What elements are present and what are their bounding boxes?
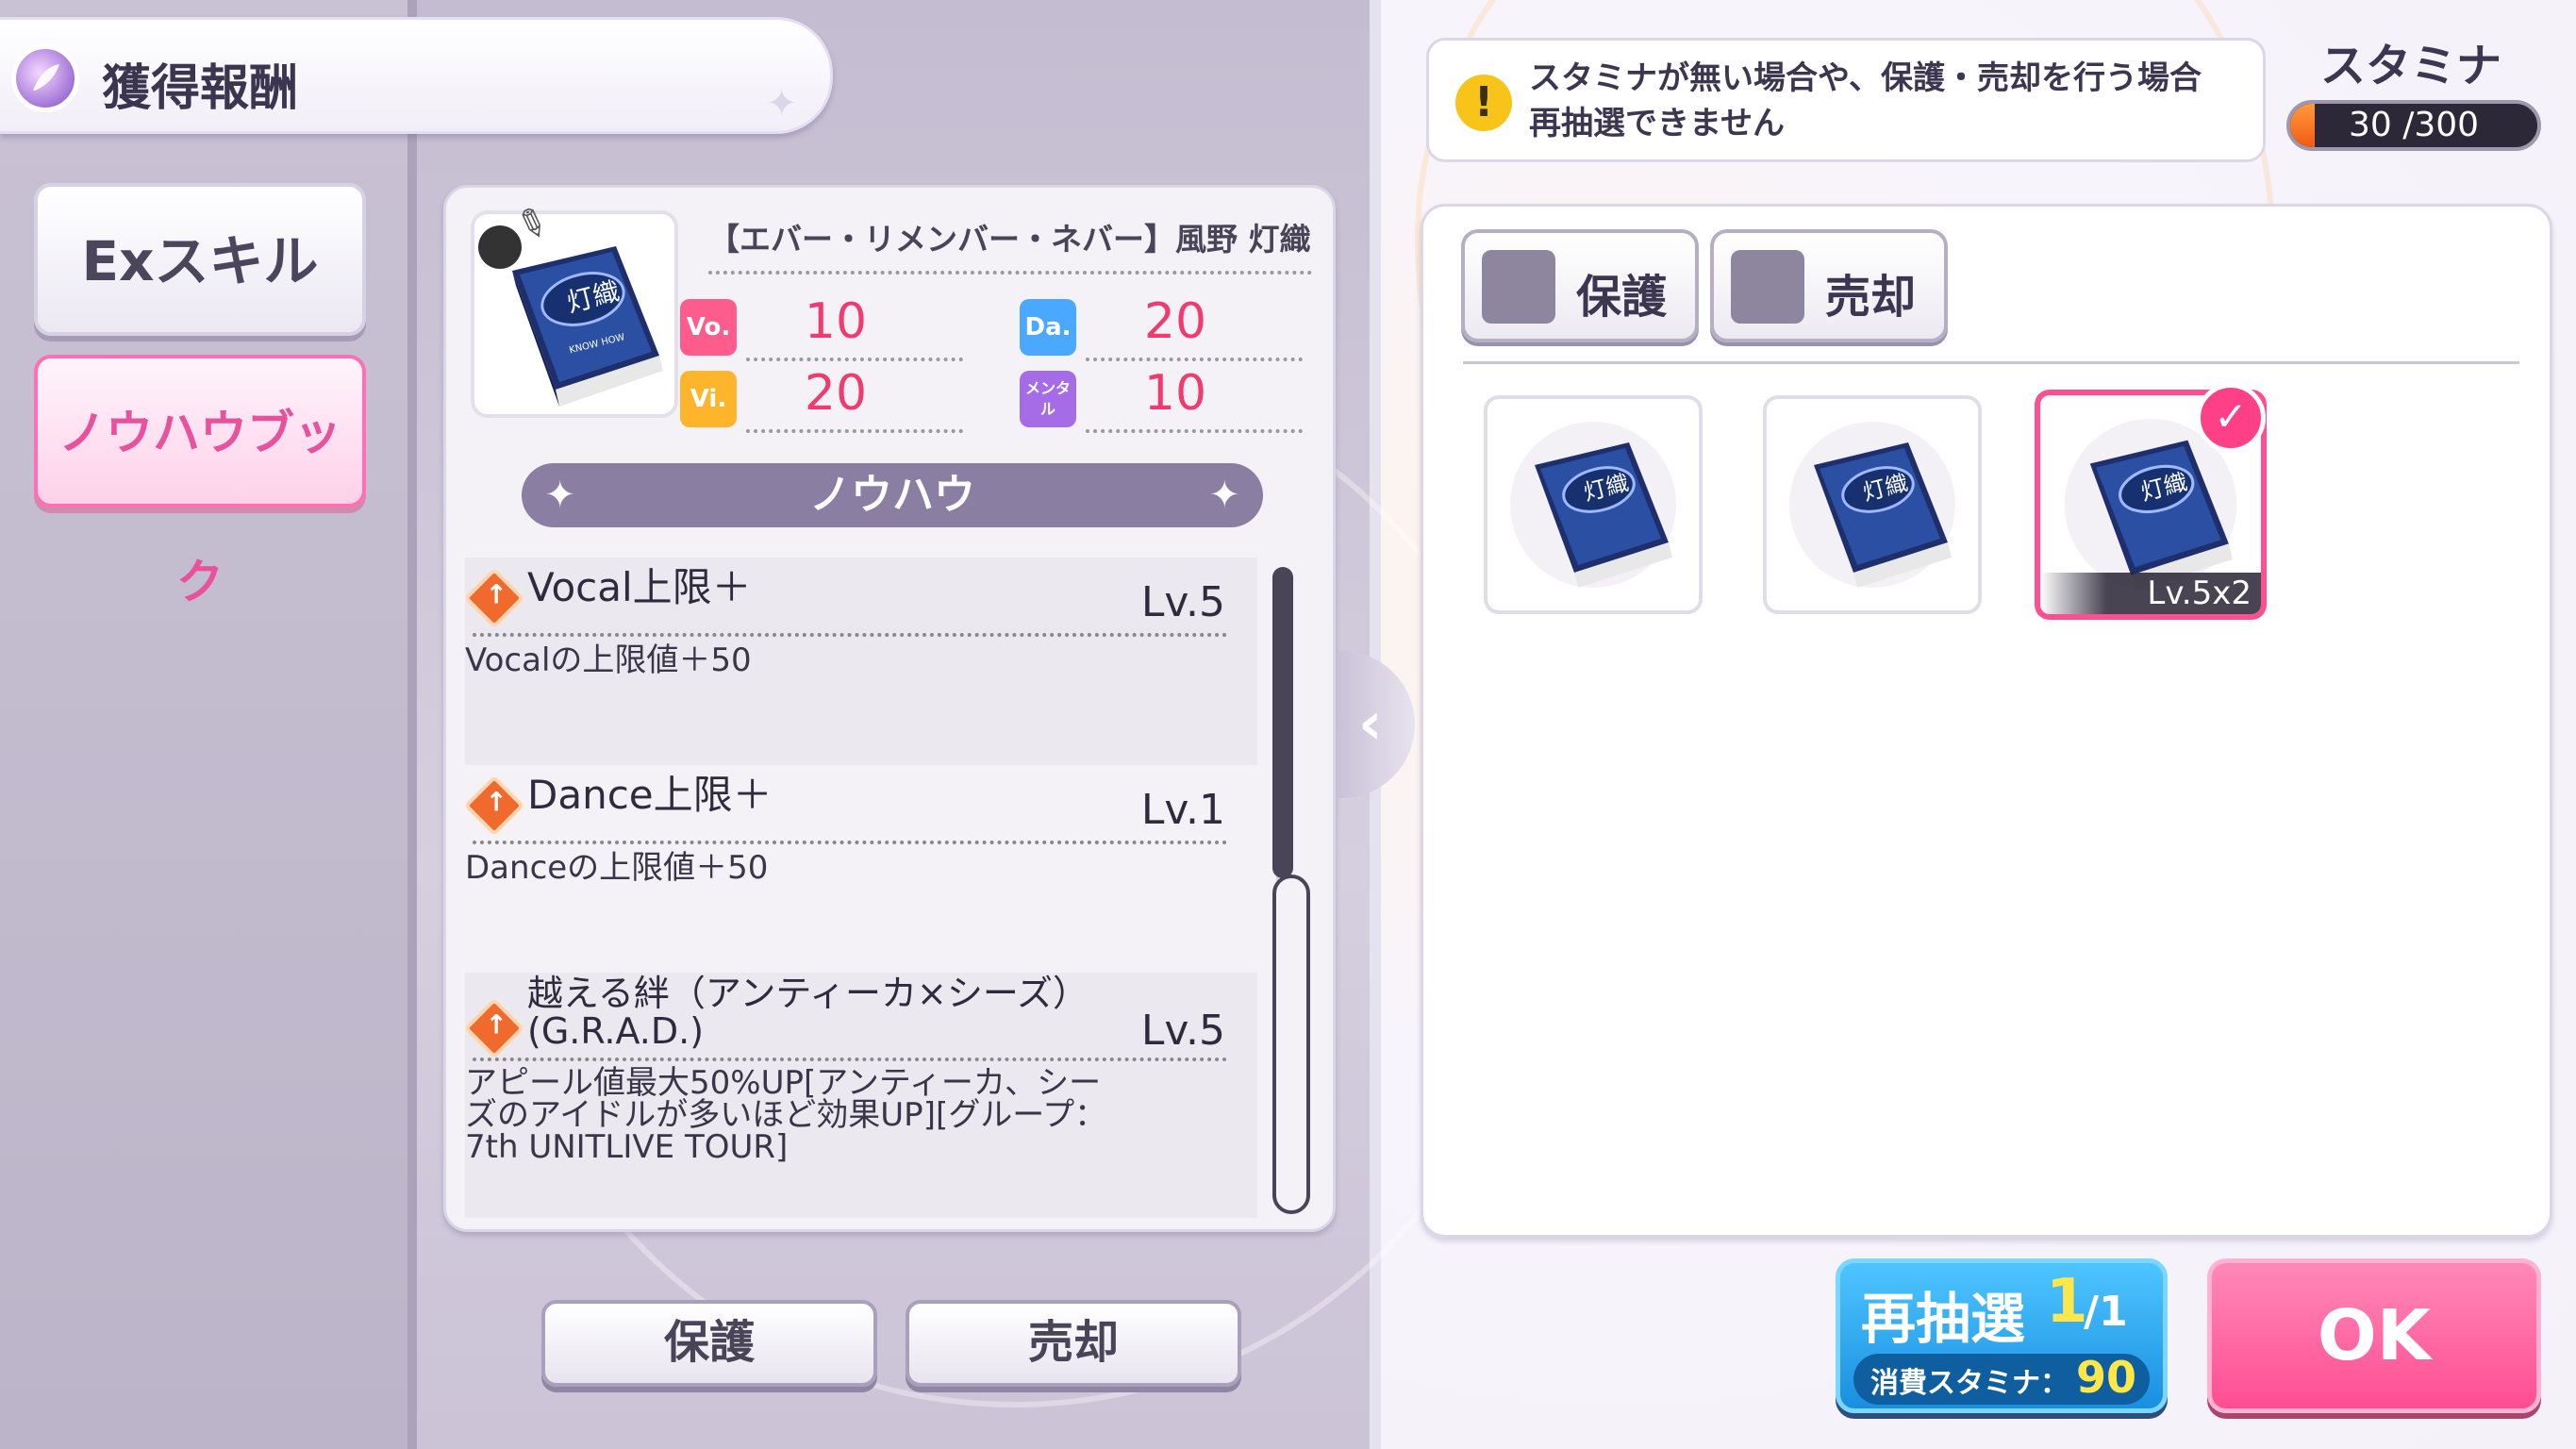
warning-line: スタミナが無い場合や、保護・売却を行う場合 — [1529, 59, 2202, 97]
sparkle-icon: ✦ — [1208, 474, 1240, 517]
sparkle-icon: ✦ — [766, 82, 798, 125]
stat-mental: メンタル 10 — [1020, 365, 1321, 433]
skill-description-line: 7th UNITLIVE TOUR] — [465, 1128, 789, 1166]
checkbox[interactable] — [1482, 250, 1555, 324]
stat-dance: Da. 20 — [1020, 293, 1321, 361]
knowhow-section-title: ✦ ノウハウ ✦ — [522, 463, 1263, 527]
filter-protect-toggle[interactable]: 保護 — [1461, 229, 1699, 342]
divider — [473, 633, 1227, 637]
divider — [1463, 361, 2519, 364]
stat-vocal: Vo. 10 — [680, 293, 982, 361]
skill-level: Lv.5 — [1140, 578, 1225, 626]
skill-level: Lv.1 — [1140, 786, 1225, 834]
stat-value: 10 — [1143, 365, 1207, 422]
tab-knowhow-book[interactable]: ノウハウブック — [34, 355, 366, 609]
skill-name: 越える絆（アンティーカ×シーズ）(G.R.A.D.) — [527, 973, 1089, 1052]
page-title: 獲得報酬 — [102, 60, 299, 117]
item-detail-panel: 灯織 KNOW HOW ✎ 【エバー・リメンバー・ネバー】風野 灯織 Vo. 1… — [443, 185, 1336, 1232]
redraw-button[interactable]: 再抽選 1 /1 消費スタミナ： 90 — [1836, 1258, 2168, 1413]
stat-visual: Vi. 20 — [680, 365, 982, 433]
skill-description: アピール値最大50%UP[アンティーカ、シー ズのアイドルが多いほど効果UP][… — [465, 1067, 1144, 1163]
inventory-item[interactable]: 灯織 — [1484, 395, 1703, 614]
list-item: ↑ 越える絆（アンティーカ×シーズ）(G.R.A.D.) Lv.5 アピール値最… — [463, 973, 1257, 1218]
divider — [473, 1058, 1227, 1061]
header-bar: 獲得報酬 ✦ — [0, 17, 833, 134]
scrollbar-frame[interactable] — [1272, 874, 1310, 1214]
stamina-bar: 30 /300 — [2286, 100, 2541, 151]
skill-description-line: アピール値最大50%UP[アンティーカ、シー — [465, 1064, 1102, 1102]
level-up-arrow-icon: ↑ — [463, 774, 525, 837]
warning-box: ! スタミナが無い場合や、保護・売却を行う場合 再抽選できません — [1426, 38, 2266, 162]
skill-description-line: ズのアイドルが多いほど効果UP][グループ： — [465, 1096, 1107, 1134]
knowhow-book-icon: 灯織 — [1510, 422, 1676, 588]
redraw-count: 1 — [2046, 1267, 2088, 1337]
stamina-cost-pill: 消費スタミナ： 90 — [1853, 1352, 2150, 1405]
stamina-cost-value: 90 — [2076, 1352, 2137, 1403]
scrollbar-thumb[interactable] — [1272, 567, 1293, 878]
knowhow-book-icon: 灯織 — [1789, 422, 1955, 588]
divider — [708, 271, 1312, 275]
skill-level: Lv.5 — [1140, 1007, 1225, 1055]
stamina-max: /300 — [2402, 106, 2480, 144]
item-thumbnail: 灯織 KNOW HOW ✎ — [471, 199, 678, 418]
divider — [473, 841, 1227, 844]
knowhow-title-label: ノウハウ — [809, 471, 975, 519]
visual-badge: Vi. — [680, 371, 737, 427]
divider — [1086, 358, 1303, 361]
stat-value: 10 — [804, 293, 868, 350]
dance-badge: Da. — [1020, 299, 1076, 356]
check-icon: ✓ — [2196, 383, 2266, 453]
stat-value: 20 — [1143, 293, 1207, 350]
exclamation-icon: ! — [1455, 75, 1512, 131]
redraw-label: 再抽選 — [1861, 1287, 2026, 1351]
filter-sell-toggle[interactable]: 売却 — [1710, 229, 1948, 342]
skill-name: Vocal上限＋ — [527, 564, 752, 610]
feather-badge-icon — [11, 44, 79, 112]
warning-text: スタミナが無い場合や、保護・売却を行う場合 再抽選できません — [1529, 56, 2202, 146]
knowhow-list[interactable]: ↑ Vocal上限＋ Lv.5 Vocalの上限値＋50 ↑ Dance上限＋ … — [463, 558, 1278, 1218]
chevron-left-icon: ‹ — [1358, 689, 1383, 758]
divider — [746, 429, 963, 433]
divider — [1086, 429, 1303, 433]
filter-label: 売却 — [1825, 271, 1917, 324]
level-up-arrow-icon: ↑ — [463, 997, 525, 1059]
vocal-badge: Vo. — [680, 299, 737, 356]
inventory-panel: 保護 売却 灯織 灯織 灯織 Lv.5x2 — [1421, 204, 2552, 1238]
tab-ex-skill[interactable]: Exスキル — [34, 183, 366, 336]
stamina-current: 30 — [2348, 106, 2392, 144]
skill-description: Danceの上限値＋50 — [465, 849, 769, 887]
skill-description: Vocalの上限値＋50 — [465, 641, 752, 679]
stamina-value: 30 /300 — [2290, 104, 2537, 147]
list-item: ↑ Dance上限＋ Lv.1 Danceの上限値＋50 — [463, 765, 1257, 973]
divider — [746, 358, 963, 361]
item-level-badge: Lv.5x2 — [2040, 573, 2261, 614]
stat-value: 20 — [804, 365, 868, 422]
filter-label: 保護 — [1576, 271, 1668, 324]
item-name: 【エバー・リメンバー・ネバー】風野 灯織 — [708, 221, 1311, 258]
checkbox[interactable] — [1731, 250, 1804, 324]
skill-name: Dance上限＋ — [527, 772, 773, 818]
redraw-total: /1 — [2084, 1288, 2128, 1336]
protect-button[interactable]: 保護 — [541, 1300, 877, 1387]
stamina-cost-label: 消費スタミナ： — [1870, 1367, 2069, 1400]
divider — [407, 0, 417, 1449]
stamina-label: スタミナ — [2320, 40, 2502, 92]
level-up-arrow-icon: ↑ — [463, 567, 525, 629]
inventory-item[interactable]: 灯織 — [1763, 395, 1982, 614]
sell-button[interactable]: 売却 — [906, 1300, 1241, 1387]
sparkle-icon: ✦ — [544, 474, 576, 517]
ok-button[interactable]: OK — [2207, 1258, 2541, 1413]
mental-badge: メンタル — [1020, 371, 1076, 427]
list-item: ↑ Vocal上限＋ Lv.5 Vocalの上限値＋50 — [463, 558, 1257, 765]
warning-line: 再抽選できません — [1529, 105, 1785, 142]
